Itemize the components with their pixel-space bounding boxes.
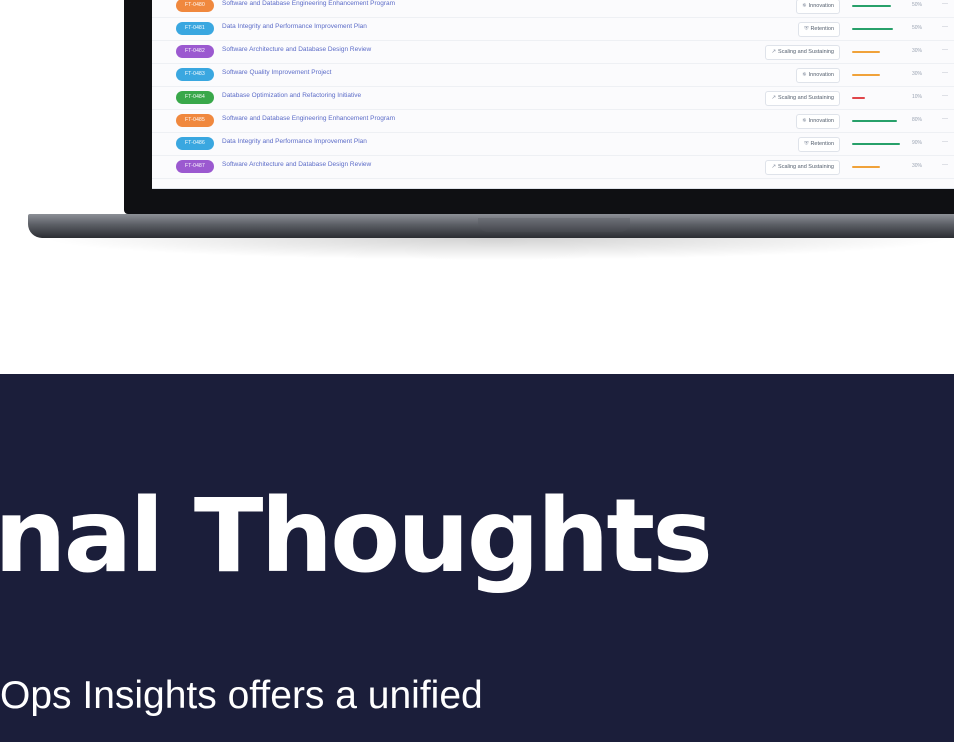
row-trailing-value: — [942, 93, 948, 99]
project-title-link[interactable]: Software Architecture and Database Desig… [222, 161, 371, 168]
project-id-badge: FT-0480 [176, 0, 214, 12]
category-tag-label: Scaling and Sustaining [778, 49, 834, 55]
project-id-badge: FT-0484 [176, 91, 214, 104]
project-title-link[interactable]: Software Quality Improvement Project [222, 69, 331, 76]
table-row[interactable]: FT-0481 Data Integrity and Performance Im… [152, 18, 954, 41]
category-tag: ↗ Scaling and Sustaining [765, 160, 840, 175]
section-heading: nal Thoughts [0, 477, 713, 596]
chart-icon: ↗ [771, 95, 777, 101]
progress-bar [852, 166, 902, 168]
category-tag-label: Retention [810, 26, 834, 32]
shield-icon: ⛨ [804, 26, 809, 32]
progress-bar-fill [852, 51, 880, 53]
bulb-icon: ✵ [802, 72, 807, 78]
progress-percent: 50% [912, 2, 923, 8]
row-trailing-value: — [942, 70, 948, 76]
progress-percent: 50% [912, 25, 923, 31]
chart-icon: ↗ [771, 49, 777, 55]
progress-bar-fill [852, 74, 880, 76]
row-trailing-value: — [942, 162, 948, 168]
project-title-link[interactable]: Software and Database Engineering Enhanc… [222, 115, 395, 122]
project-id-badge: FT-0481 [176, 22, 214, 35]
bulb-icon: ✵ [802, 3, 807, 9]
bulb-icon: ✵ [802, 118, 807, 124]
category-tag-label: Innovation [808, 118, 834, 124]
project-id-badge: FT-0486 [176, 137, 214, 150]
progress-bar [852, 51, 902, 53]
progress-bar-fill [852, 166, 880, 168]
category-tag: ✵ Innovation [796, 68, 840, 83]
progress-bar [852, 28, 902, 30]
table-row[interactable]: FT-0480 Software and Database Engineering… [152, 0, 954, 18]
table-row[interactable]: FT-0482 Software Architecture and Databas… [152, 41, 954, 64]
row-trailing-value: — [942, 1, 948, 7]
project-title-link[interactable]: Data Integrity and Performance Improveme… [222, 138, 367, 145]
project-title-link[interactable]: Database Optimization and Refactoring In… [222, 92, 361, 99]
progress-bar-fill [852, 143, 900, 145]
progress-bar [852, 120, 902, 122]
project-id-badge: FT-0482 [176, 45, 214, 58]
project-title-link[interactable]: Software and Database Engineering Enhanc… [222, 0, 395, 7]
laptop-shadow [40, 238, 954, 260]
category-tag: ⛨ Retention [798, 137, 840, 152]
table-row[interactable]: FT-0484 Database Optimization and Refacto… [152, 87, 954, 110]
project-id-badge: FT-0485 [176, 114, 214, 127]
table-row[interactable]: FT-0487 Software Architecture and Databas… [152, 156, 954, 179]
section-body-text: Ops Insights offers a unified [0, 674, 483, 717]
category-tag-label: Scaling and Sustaining [778, 95, 834, 101]
progress-percent: 30% [912, 48, 923, 54]
category-tag: ↗ Scaling and Sustaining [765, 45, 840, 60]
progress-percent: 30% [912, 163, 923, 169]
category-tag-label: Retention [810, 141, 834, 147]
progress-percent: 90% [912, 140, 923, 146]
progress-bar [852, 5, 902, 7]
laptop-notch [478, 218, 630, 232]
category-tag: ✵ Innovation [796, 114, 840, 129]
table-row[interactable]: FT-0485 Software and Database Engineering… [152, 110, 954, 133]
category-tag: ✵ Innovation [796, 0, 840, 14]
progress-bar-fill [852, 97, 865, 99]
project-title-link[interactable]: Software Architecture and Database Desig… [222, 46, 371, 53]
table-row[interactable]: FT-0483 Software Quality Improvement Proj… [152, 64, 954, 87]
progress-bar [852, 143, 902, 145]
progress-percent: 10% [912, 94, 923, 100]
progress-bar-fill [852, 28, 893, 30]
category-tag-label: Scaling and Sustaining [778, 164, 834, 170]
progress-bar [852, 74, 902, 76]
row-trailing-value: — [942, 139, 948, 145]
progress-percent: 30% [912, 71, 923, 77]
row-trailing-value: — [942, 24, 948, 30]
project-id-badge: FT-0487 [176, 160, 214, 173]
row-trailing-value: — [942, 116, 948, 122]
progress-bar-fill [852, 5, 891, 7]
table-row[interactable]: FT-0486 Data Integrity and Performance Im… [152, 133, 954, 156]
shield-icon: ⛨ [804, 141, 809, 147]
row-trailing-value: — [942, 47, 948, 53]
laptop-mockup: FT-0480 Software and Database Engineering… [0, 0, 954, 374]
progress-percent: 80% [912, 117, 923, 123]
final-thoughts-section: nal Thoughts Ops Insights offers a unifi… [0, 374, 954, 742]
project-title-link[interactable]: Data Integrity and Performance Improveme… [222, 23, 367, 30]
category-tag: ⛨ Retention [798, 22, 840, 37]
laptop-screen: FT-0480 Software and Database Engineering… [152, 0, 954, 189]
chart-icon: ↗ [771, 164, 777, 170]
progress-bar-fill [852, 120, 897, 122]
progress-bar [852, 97, 902, 99]
project-id-badge: FT-0483 [176, 68, 214, 81]
category-tag-label: Innovation [808, 3, 834, 9]
category-tag-label: Innovation [808, 72, 834, 78]
category-tag: ↗ Scaling and Sustaining [765, 91, 840, 106]
